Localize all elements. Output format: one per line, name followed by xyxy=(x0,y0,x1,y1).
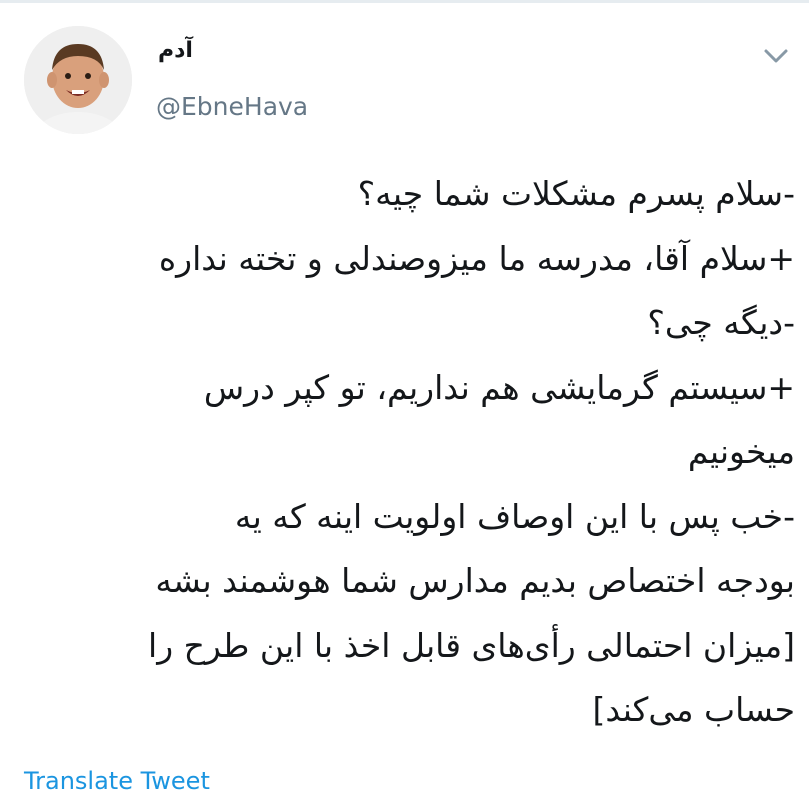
tweet-line: -خب پس با این اوصاف اولویت اینه که یه xyxy=(234,496,795,536)
translate-tweet-link[interactable]: Translate Tweet xyxy=(24,767,210,795)
chevron-down-icon[interactable] xyxy=(760,44,792,68)
tweet-line: [میزان احتمالی رأی‌های قابل اخذ با این ط… xyxy=(148,625,795,665)
tweet-line: +سیستم گرمایشی هم نداریم، تو کپر درس xyxy=(203,367,795,407)
tweet-text: -سلام پسرم مشکلات شما چیه؟ +سلام آقا، مد… xyxy=(22,162,795,743)
tweet-line: میخونیم xyxy=(687,432,795,471)
top-divider xyxy=(0,0,809,3)
tweet-line: -سلام پسرم مشکلات شما چیه؟ xyxy=(357,174,795,213)
tweet-line: +سلام آقا، مدرسه ما میزوصندلی و تخته ندا… xyxy=(158,238,795,278)
author-handle[interactable]: @EbneHava xyxy=(156,92,308,121)
avatar[interactable] xyxy=(24,26,132,134)
tweet-line: حساب می‌کند] xyxy=(592,690,796,729)
tweet-line: بودجه اختصاص بدیم مدارس شما هوشمند بشه xyxy=(155,561,795,600)
tweet-line: -دیگه چی؟ xyxy=(647,303,795,342)
avatar-image xyxy=(24,26,132,134)
tweet-card: آدم @EbneHava -سلام پسرم مشکلات شما چیه؟… xyxy=(0,0,809,802)
author-display-name[interactable]: آدم xyxy=(158,38,198,63)
